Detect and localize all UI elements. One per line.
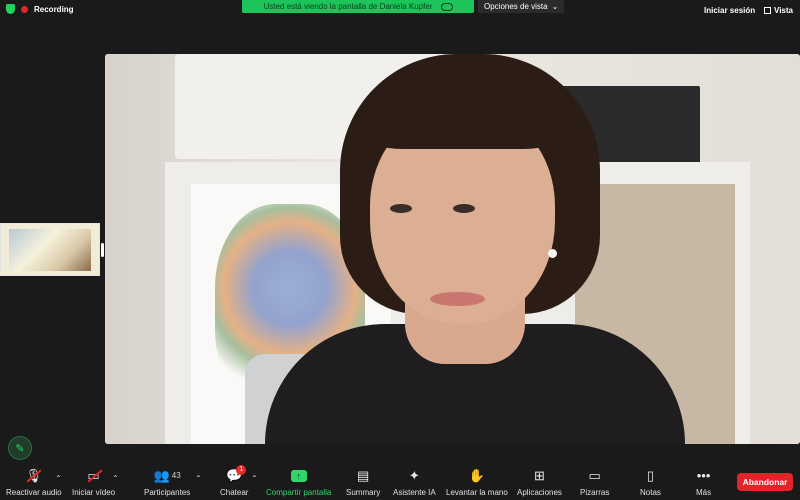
leave-button[interactable]: Abandonar (737, 473, 793, 491)
notes-button[interactable]: ▯ Notas (640, 468, 661, 497)
start-video-button[interactable]: ▭ Iniciar vídeo (72, 468, 115, 497)
video-muted-icon: ▭ (87, 468, 100, 483)
sign-in-button[interactable]: Iniciar sesión (704, 6, 755, 15)
participants-button[interactable]: 👥 43 Participantes (144, 468, 190, 497)
sparkle-icon: ✦ (408, 468, 420, 483)
share-banner-text: Usted está viendo la pantalla de Daniela… (263, 2, 433, 11)
participants-icon: 👥 (153, 468, 170, 483)
video-options-caret[interactable]: ⌃ (112, 474, 119, 483)
recording-indicator[interactable]: Recording (6, 4, 74, 14)
chat-button[interactable]: 💬 1 Chatear (220, 465, 248, 497)
apps-icon: ⊞ (534, 468, 545, 483)
microphone-muted-icon: 🎙 (25, 468, 43, 483)
chat-options-caret[interactable]: ⌃ (251, 474, 258, 483)
shield-icon[interactable] (6, 4, 15, 14)
unmute-audio-button[interactable]: 🎙 Reactivar audio (6, 468, 62, 497)
apps-button[interactable]: ⊞ Aplicaciones (517, 468, 562, 497)
view-options-label: Opciones de vista (484, 2, 548, 11)
raise-hand-button[interactable]: ✋ Levantar la mano (446, 468, 508, 497)
shared-screen-thumbnail[interactable] (0, 223, 100, 276)
annotate-button[interactable]: ✎ (8, 436, 32, 460)
audio-options-caret[interactable]: ⌃ (55, 474, 62, 483)
view-options-button[interactable]: Opciones de vista ⌄ (478, 0, 565, 13)
participants-count: 43 (171, 471, 181, 480)
summary-icon: ▤ (356, 468, 370, 483)
chevron-down-icon: ⌄ (551, 2, 559, 11)
share-screen-button[interactable]: ↑ Compartir pantalla (266, 468, 331, 497)
screen-share-banner: Usted está viendo la pantalla de Daniela… (242, 0, 474, 13)
cloud-icon[interactable] (440, 2, 453, 11)
view-button[interactable]: Vista (764, 6, 793, 15)
chat-badge: 1 (236, 465, 247, 475)
whiteboards-button[interactable]: ▭ Pizarras (580, 468, 609, 497)
more-button[interactable]: ••• Más (696, 468, 711, 497)
notes-icon: ▯ (646, 468, 655, 483)
view-label: Vista (774, 6, 793, 15)
pencil-icon: ✎ (15, 442, 25, 455)
thumbnail-resize-handle[interactable] (101, 243, 104, 257)
summary-button[interactable]: ▤ Summary (346, 468, 380, 497)
recording-label: Recording (34, 4, 74, 14)
share-screen-icon: ↑ (290, 470, 307, 482)
hand-icon: ✋ (468, 468, 485, 483)
record-dot-icon (21, 5, 28, 13)
grid-icon (764, 7, 771, 14)
meeting-toolbar: 🎙 Reactivar audio ⌃ ▭ Iniciar vídeo ⌃ 👥 4… (0, 465, 800, 500)
participants-options-caret[interactable]: ⌃ (195, 474, 202, 483)
top-bar: Recording Usted está viendo la pantalla … (0, 0, 800, 22)
ai-assistant-button[interactable]: ✦ Asistente IA (393, 468, 436, 497)
whiteboard-icon: ▭ (588, 468, 601, 483)
more-icon: ••• (696, 468, 711, 483)
speaker-video[interactable] (105, 54, 800, 444)
